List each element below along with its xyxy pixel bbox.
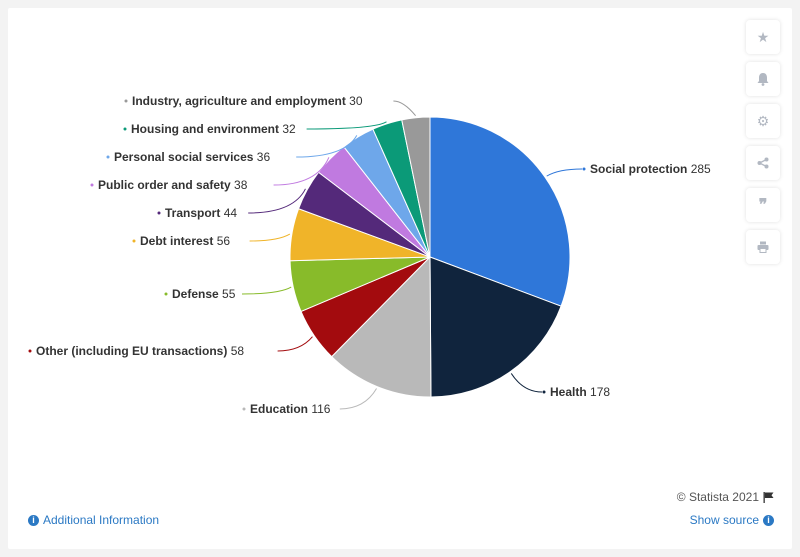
label-marker — [90, 183, 94, 187]
label-marker — [582, 167, 586, 171]
share-icon — [757, 157, 769, 169]
slice-label: Other (including EU transactions) 58 — [28, 344, 244, 358]
toolbar: ★ ⚙ ❞ — [746, 20, 780, 264]
slice-name: Housing and environment — [131, 122, 282, 136]
quote-icon: ❞ — [758, 197, 768, 214]
slice-value: 44 — [224, 206, 238, 220]
connector-line — [248, 188, 306, 214]
slice-name: Industry, agriculture and employment — [132, 94, 349, 108]
slice-label: Industry, agriculture and employment 30 — [124, 94, 363, 108]
label-text: Public order and safety 38 — [98, 178, 248, 192]
slice-value: 56 — [217, 234, 231, 248]
label-marker — [132, 239, 136, 243]
label-text: Social protection 285 — [590, 162, 711, 176]
slice-label: Public order and safety 38 — [90, 178, 248, 192]
slice-name: Defense — [172, 287, 222, 301]
label-text: Transport 44 — [165, 206, 237, 220]
slice-value: 38 — [234, 178, 248, 192]
slice-value: 116 — [311, 402, 330, 416]
connector-line — [339, 388, 377, 410]
connector-line — [546, 168, 583, 177]
label-marker — [28, 349, 32, 353]
cite-button[interactable]: ❞ — [746, 188, 780, 222]
show-source-link[interactable]: Show source i — [690, 513, 774, 527]
slice-name: Other (including EU transactions) — [36, 344, 231, 358]
statista-credit: © Statista 2021 — [677, 490, 774, 504]
share-button[interactable] — [746, 146, 780, 180]
show-source-label: Show source — [689, 513, 759, 527]
label-marker — [542, 390, 546, 394]
gear-icon: ⚙ — [756, 112, 770, 129]
flag-icon[interactable] — [763, 491, 774, 503]
credit-text: © Statista 2021 — [676, 490, 759, 504]
slice-value: 32 — [282, 122, 296, 136]
connector-line — [510, 373, 543, 393]
slice-label: Housing and environment 32 — [123, 122, 296, 136]
label-text: Industry, agriculture and employment 30 — [132, 94, 363, 108]
label-marker — [164, 292, 168, 296]
notification-button[interactable] — [746, 62, 780, 96]
label-marker — [124, 99, 128, 103]
connector-line — [277, 336, 313, 352]
additional-information-link[interactable]: i Additional Information — [28, 513, 159, 527]
pie-chart: Social protection 285 Health 178 Education… — [28, 94, 711, 416]
connector-line — [241, 286, 292, 295]
print-button[interactable] — [746, 230, 780, 264]
slice-label: Education 116 — [242, 402, 331, 416]
label-marker — [123, 127, 127, 131]
label-text: Education 116 — [250, 402, 331, 416]
slice-name: Social protection — [590, 162, 691, 176]
info-icon: i — [763, 514, 774, 526]
slice-name: Public order and safety — [98, 178, 234, 192]
slice-label: Health 178 — [542, 385, 610, 399]
connector-line — [306, 121, 387, 130]
label-text: Other (including EU transactions) 58 — [36, 344, 244, 358]
slice-label: Social protection 285 — [582, 162, 711, 176]
label-text: Defense 55 — [172, 287, 236, 301]
slice-name: Transport — [165, 206, 224, 220]
slice-name: Debt interest — [140, 234, 217, 248]
slice-label: Transport 44 — [157, 206, 237, 220]
slice-label: Personal social services 36 — [106, 150, 270, 164]
connector-line — [393, 100, 416, 117]
slice-name: Education — [250, 402, 311, 416]
label-text: Debt interest 56 — [140, 234, 230, 248]
label-text: Health 178 — [550, 385, 610, 399]
slice-value: 178 — [590, 385, 610, 399]
slice-label: Debt interest 56 — [132, 234, 230, 248]
slice-name: Health — [550, 385, 590, 399]
additional-information-label: Additional Information — [43, 513, 160, 527]
print-icon — [757, 241, 769, 253]
connector-line — [249, 233, 291, 242]
label-marker — [157, 211, 161, 215]
slice-value: 58 — [231, 344, 245, 358]
label-marker — [242, 407, 246, 411]
favorite-button[interactable]: ★ — [746, 20, 780, 54]
info-icon: i — [28, 514, 39, 526]
settings-button[interactable]: ⚙ — [746, 104, 780, 138]
slice-name: Personal social services — [114, 150, 257, 164]
slice-value: 36 — [257, 150, 271, 164]
star-icon: ★ — [756, 28, 770, 45]
label-text: Housing and environment 32 — [131, 122, 296, 136]
slice-value: 55 — [222, 287, 236, 301]
bell-icon — [757, 72, 769, 86]
slice-label: Defense 55 — [164, 287, 236, 301]
label-text: Personal social services 36 — [114, 150, 270, 164]
slice-value: 285 — [691, 162, 711, 176]
slice-value: 30 — [349, 94, 363, 108]
label-marker — [106, 155, 110, 159]
